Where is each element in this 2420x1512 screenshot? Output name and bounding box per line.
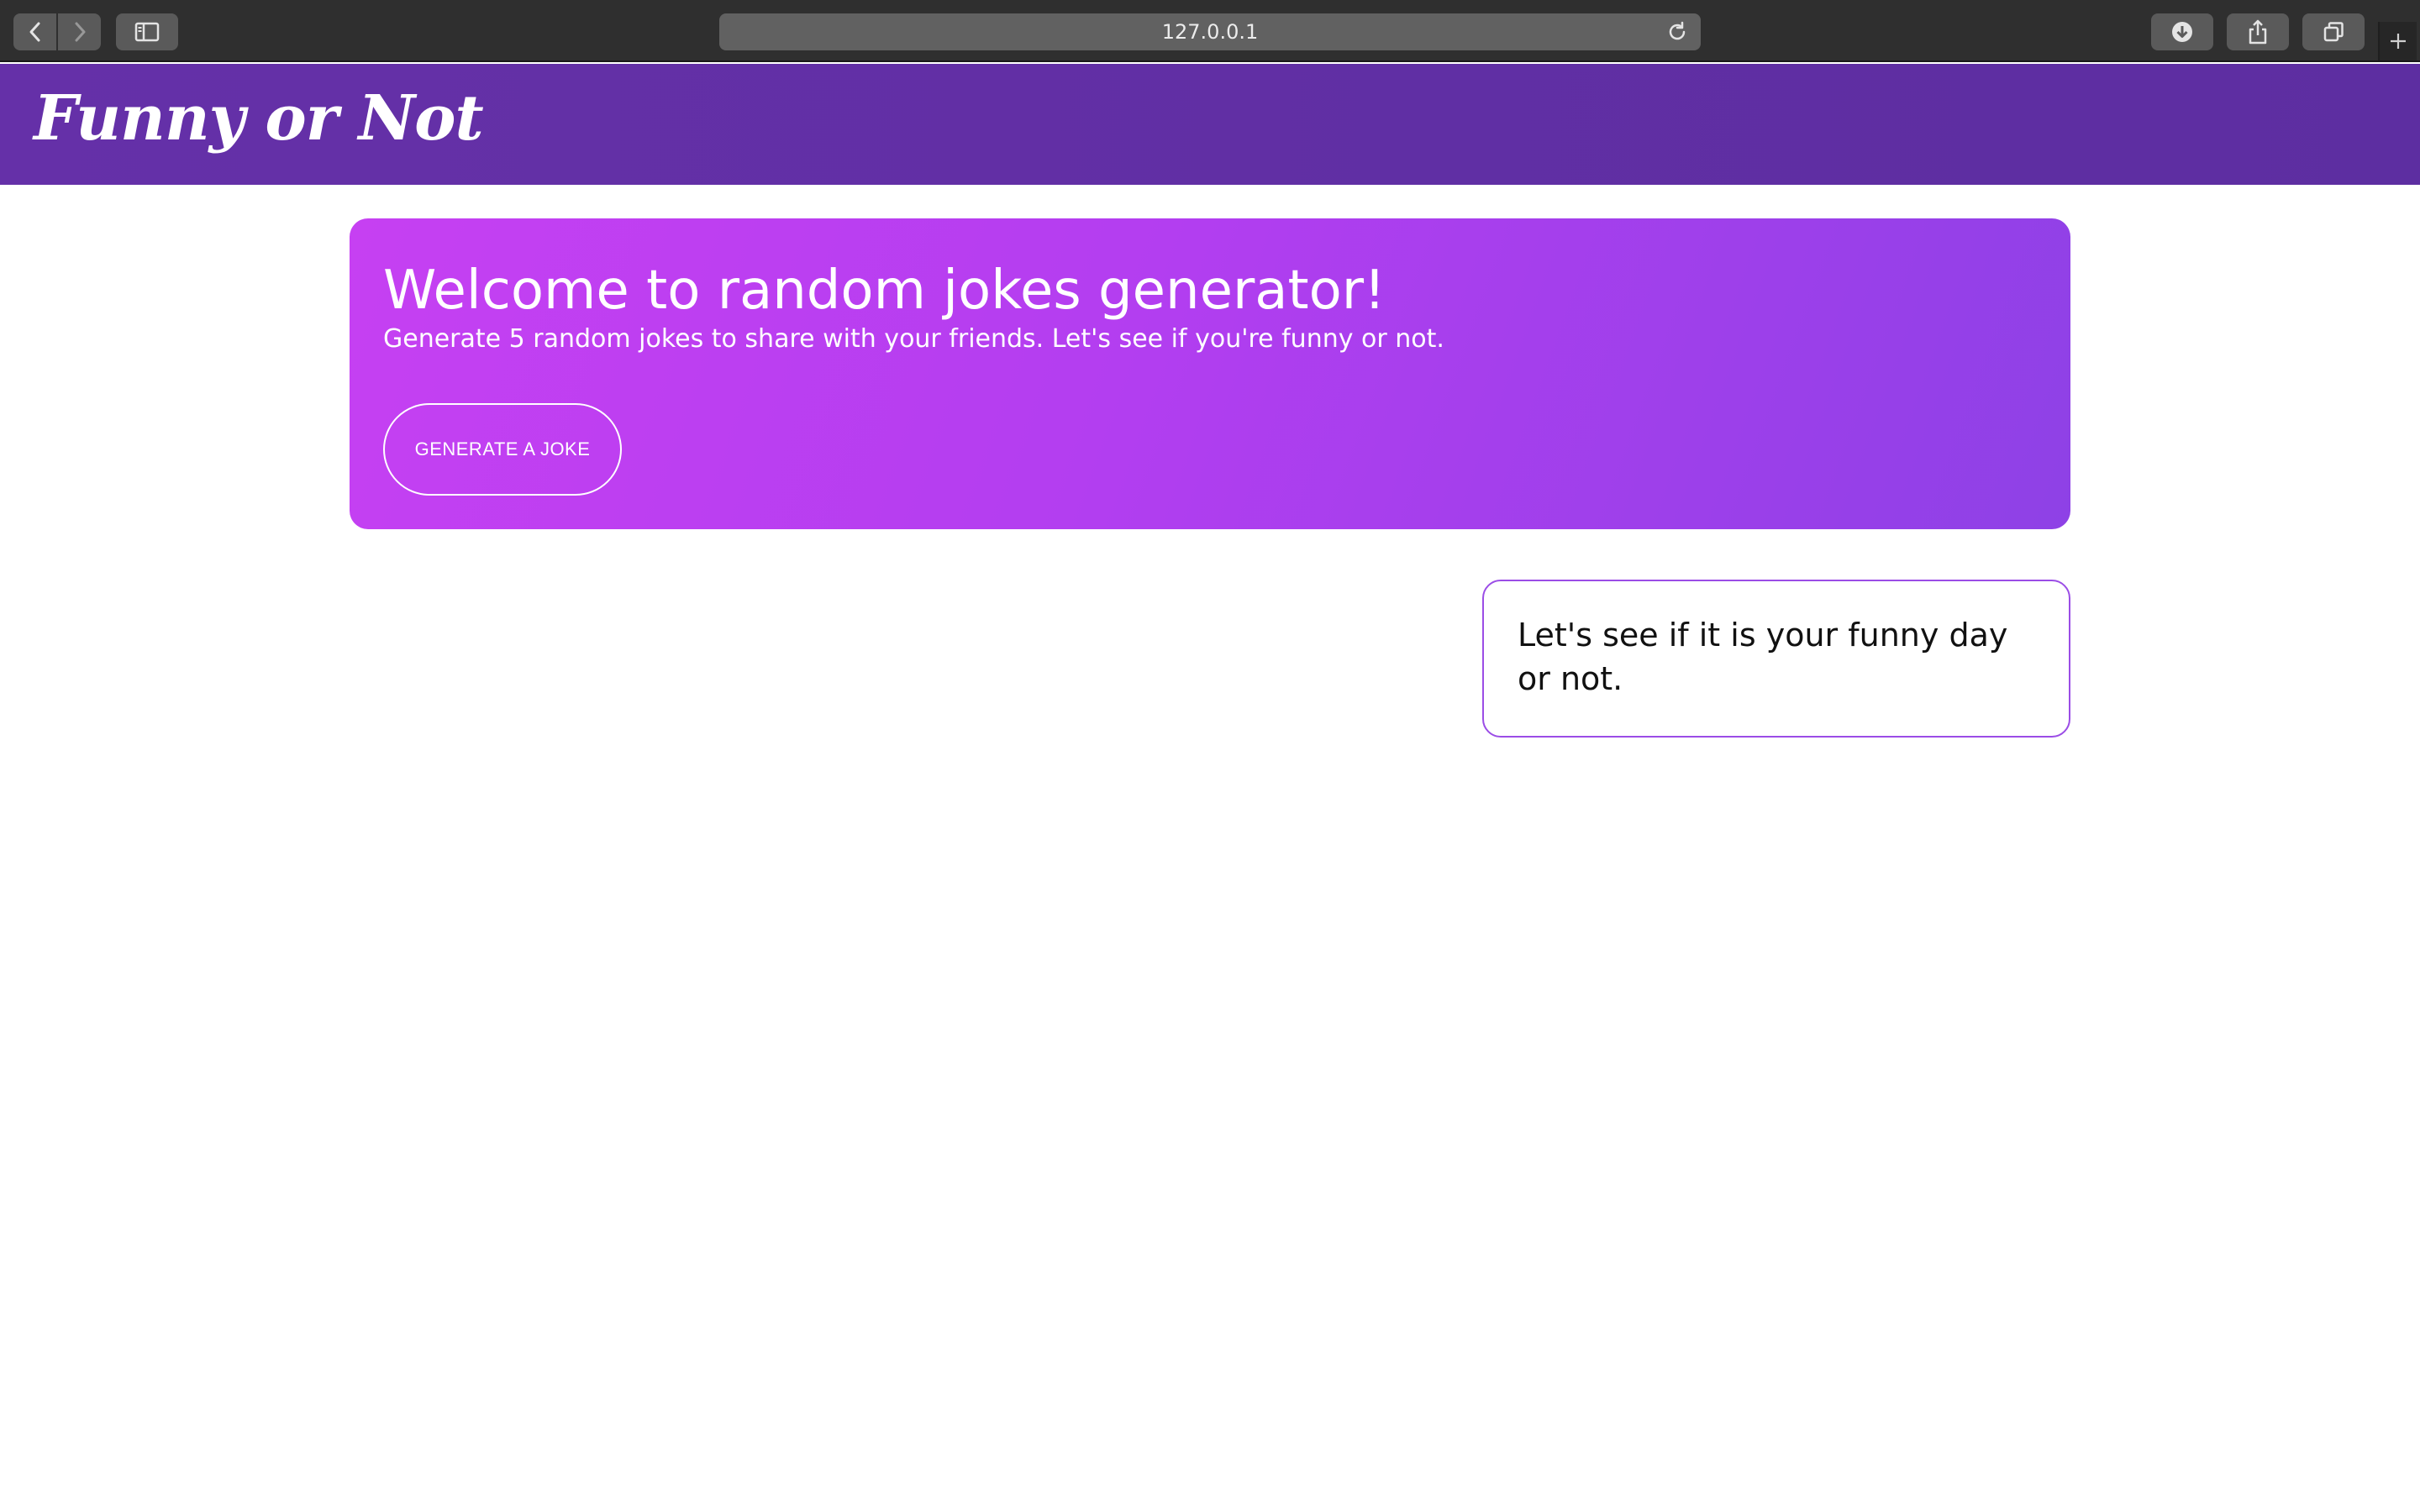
app-header: Funny or Not: [0, 64, 2420, 185]
share-icon: [2249, 19, 2267, 45]
reload-icon: [1669, 21, 1686, 40]
tabs-overview-icon: [2323, 22, 2344, 42]
nav-buttons: [13, 13, 101, 50]
sidebar-button[interactable]: [116, 13, 178, 50]
address-bar[interactable]: 127.0.0.1: [719, 13, 1701, 50]
downloads-button[interactable]: [2151, 13, 2213, 50]
sidebar-icon: [134, 22, 160, 42]
chevron-right-icon: [75, 22, 85, 42]
joke-card: Let's see if it is your funny day or not…: [1482, 580, 2070, 738]
joke-text: Let's see if it is your funny day or not…: [1518, 617, 2008, 697]
tabs-overview-button[interactable]: [2302, 13, 2365, 50]
download-icon: [2172, 22, 2192, 42]
plus-icon: [2391, 34, 2406, 49]
forward-button[interactable]: [56, 13, 101, 50]
brand-logo[interactable]: Funny or Not: [34, 82, 484, 155]
chevron-left-icon: [29, 22, 39, 42]
new-tab-button[interactable]: [2378, 22, 2417, 60]
browser-toolbar: 127.0.0.1: [0, 0, 2420, 62]
generate-joke-button[interactable]: GENERATE A JOKE: [383, 403, 622, 496]
hero-title: Welcome to random jokes generator!: [383, 260, 1386, 322]
share-button[interactable]: [2227, 13, 2289, 50]
url-text: 127.0.0.1: [1161, 20, 1259, 44]
hero-card: Welcome to random jokes generator! Gener…: [350, 218, 2070, 529]
reload-button[interactable]: [1665, 20, 1689, 44]
hero-subtitle: Generate 5 random jokes to share with yo…: [383, 324, 1444, 354]
back-button[interactable]: [13, 13, 56, 50]
